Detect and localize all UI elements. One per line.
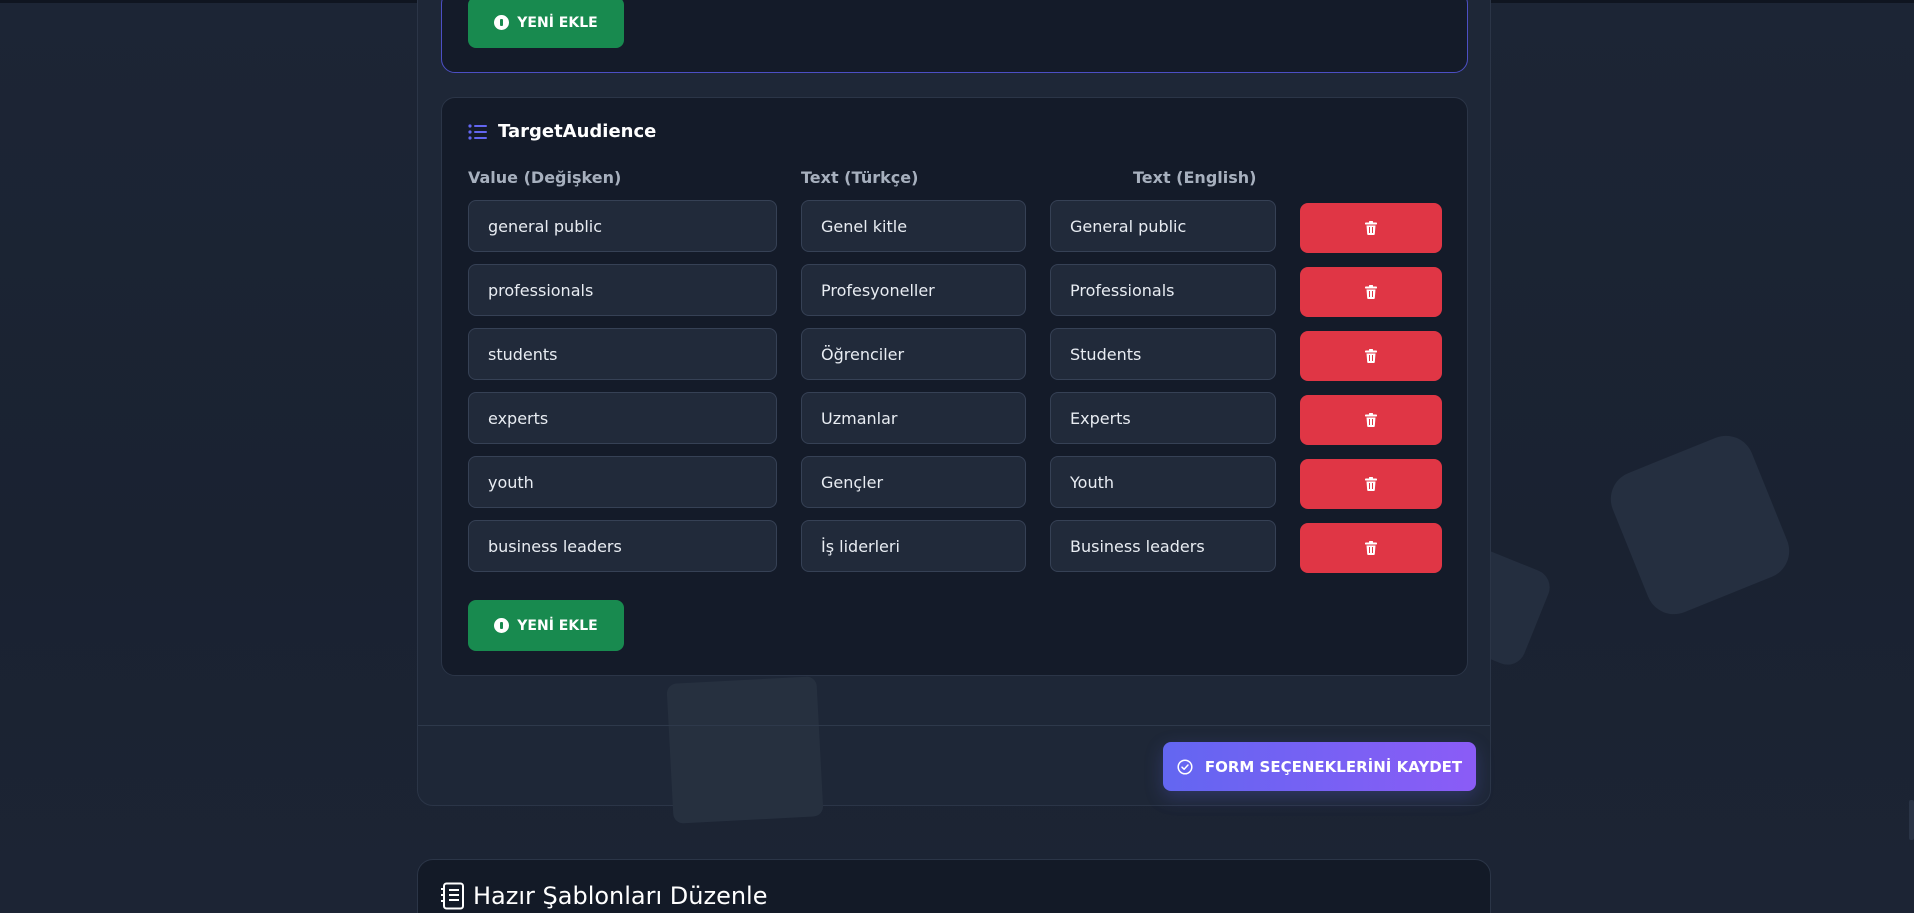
save-button-label: FORM SEÇENEKLERİNİ KAYDET — [1204, 757, 1463, 776]
value-input[interactable] — [468, 264, 777, 316]
background-decoration — [666, 676, 824, 824]
trash-icon — [1365, 221, 1377, 235]
delete-row-button[interactable] — [1300, 459, 1442, 509]
document-list-icon — [441, 882, 464, 910]
add-circle-icon — [494, 15, 510, 30]
check-circle-icon — [1177, 758, 1193, 775]
add-new-label: YENİ EKLE — [517, 14, 598, 31]
add-new-label: YENİ EKLE — [517, 617, 598, 634]
trash-icon — [1365, 413, 1377, 427]
text-tr-input[interactable] — [801, 520, 1026, 572]
section-title: TargetAudience — [468, 121, 656, 142]
trash-icon — [1365, 541, 1377, 555]
text-en-input[interactable] — [1050, 392, 1276, 444]
delete-row-button[interactable] — [1300, 523, 1442, 573]
value-input[interactable] — [468, 392, 777, 444]
column-header-text-en: Text (English) — [1133, 168, 1257, 187]
delete-row-button[interactable] — [1300, 331, 1442, 381]
text-en-input[interactable] — [1050, 456, 1276, 508]
add-new-button[interactable]: YENİ EKLE — [468, 600, 624, 651]
add-new-button[interactable]: YENİ EKLE — [468, 0, 624, 48]
value-input[interactable] — [468, 200, 777, 252]
list-icon — [468, 123, 487, 140]
text-tr-input[interactable] — [801, 456, 1026, 508]
value-input[interactable] — [468, 456, 777, 508]
delete-row-button[interactable] — [1300, 203, 1442, 253]
section-title-text: TargetAudience — [498, 121, 657, 142]
text-tr-input[interactable] — [801, 200, 1026, 252]
save-form-options-button[interactable]: FORM SEÇENEKLERİNİ KAYDET — [1163, 742, 1476, 791]
column-header-value: Value (Değişken) — [468, 168, 622, 187]
text-en-input[interactable] — [1050, 328, 1276, 380]
templates-title-text: Hazır Şablonları Düzenle — [473, 882, 768, 910]
background-decoration — [1602, 427, 1798, 623]
value-input[interactable] — [468, 520, 777, 572]
templates-card-title: Hazır Şablonları Düzenle — [441, 882, 768, 910]
text-en-input[interactable] — [1050, 200, 1276, 252]
trash-icon — [1365, 285, 1377, 299]
delete-row-button[interactable] — [1300, 395, 1442, 445]
value-input[interactable] — [468, 328, 777, 380]
add-circle-icon — [494, 618, 510, 633]
card-footer-divider — [418, 725, 1490, 726]
text-tr-input[interactable] — [801, 264, 1026, 316]
scrollbar-thumb[interactable] — [1909, 800, 1914, 840]
trash-icon — [1365, 349, 1377, 363]
text-tr-input[interactable] — [801, 328, 1026, 380]
text-en-input[interactable] — [1050, 264, 1276, 316]
trash-icon — [1365, 477, 1377, 491]
column-header-text-tr: Text (Türkçe) — [801, 168, 919, 187]
text-en-input[interactable] — [1050, 520, 1276, 572]
delete-row-button[interactable] — [1300, 267, 1442, 317]
text-tr-input[interactable] — [801, 392, 1026, 444]
